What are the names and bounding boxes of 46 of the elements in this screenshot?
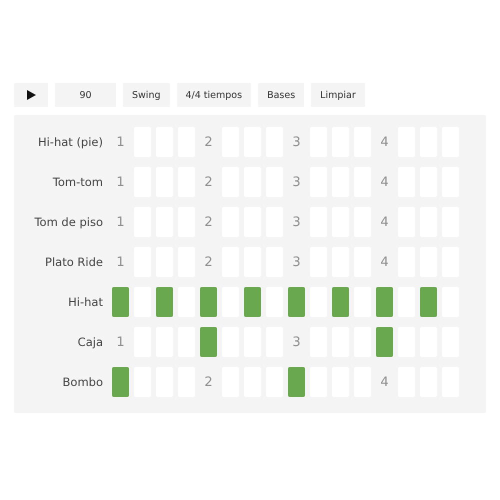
step-button[interactable]: 2 [200,247,217,277]
step-button[interactable] [112,287,129,317]
step-button[interactable]: 3 [288,207,305,237]
instrument-label: Plato Ride [44,255,104,269]
step-button[interactable]: 4 [376,247,393,277]
step-button[interactable] [112,367,129,397]
toolbar-button[interactable]: Swing [123,83,170,107]
toolbar-button[interactable]: Bases [258,83,304,107]
step-button[interactable]: 2 [200,167,217,197]
step-button[interactable]: 1 [112,127,129,157]
toolbar-button[interactable]: Limpiar [311,83,365,107]
instrument-label: Tom-tom [52,175,104,189]
tempo-field[interactable]: 90 [55,83,116,107]
step-button[interactable] [200,327,217,357]
step-button[interactable] [288,287,305,317]
step-button[interactable]: 2 [200,367,217,397]
play-button[interactable] [14,83,48,107]
play-icon [26,90,36,100]
step-button[interactable] [244,287,261,317]
instrument-label: Bombo [62,375,104,389]
step-button[interactable]: 4 [376,367,393,397]
step-button[interactable] [376,327,393,357]
step-button[interactable]: 2 [200,127,217,157]
step-button[interactable] [420,287,437,317]
step-button[interactable]: 3 [288,247,305,277]
step-button[interactable]: 2 [200,207,217,237]
step-button[interactable]: 4 [376,167,393,197]
step-button[interactable] [156,287,173,317]
step-button[interactable]: 4 [376,207,393,237]
step-button[interactable]: 1 [112,327,129,357]
step-button[interactable]: 1 [112,167,129,197]
toolbar-button[interactable]: 4/4 tiempos [176,83,252,107]
step-button[interactable]: 1 [112,247,129,277]
instrument-label: Tom de piso [33,215,104,229]
step-button[interactable]: 3 [288,327,305,357]
instrument-label: Hi-hat [67,295,104,309]
step-button[interactable]: 1 [112,207,129,237]
step-button[interactable]: 3 [288,127,305,157]
step-button[interactable] [200,287,217,317]
step-button[interactable]: 4 [376,127,393,157]
step-button[interactable] [288,367,305,397]
step-button[interactable] [332,287,349,317]
step-button[interactable] [376,287,393,317]
instrument-label: Caja [76,335,104,349]
instrument-label: Hi-hat (pie) [36,135,104,149]
step-button[interactable]: 3 [288,167,305,197]
